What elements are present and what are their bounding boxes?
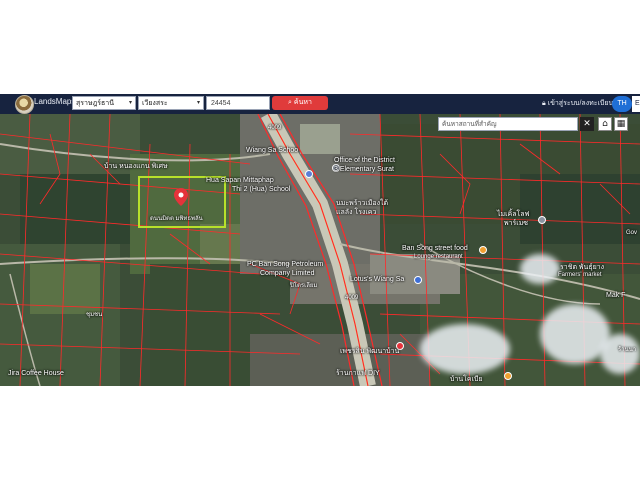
food-poi-icon[interactable] xyxy=(479,246,487,254)
chevron-down-icon: ▾ xyxy=(196,100,200,106)
map-label: Jira Coffee House xyxy=(8,370,64,377)
map-label: Farmers' market xyxy=(558,272,602,278)
app-frame: LandsMaps สุราษฎร์ธานี ▾ เวียงสระ ▾ 24454 … xyxy=(0,94,640,386)
app-name: LandsMaps xyxy=(34,97,76,106)
home-icon[interactable]: ⌂ xyxy=(598,117,612,131)
landsmaps-logo xyxy=(15,95,34,114)
map-label: ปิโตรเลียม xyxy=(290,283,318,289)
road-shield: 4009 xyxy=(345,295,359,301)
lock-icon: 🔒︎ xyxy=(542,100,546,107)
map-label: Lounge restaurant xyxy=(414,254,463,260)
map-label: Hua Sapan Mittaphap xyxy=(206,177,274,184)
cloud xyxy=(520,254,560,284)
map-label: ดนนมิตต มพิทธพลัน xyxy=(150,216,203,222)
map-label: Thi 2 (Hua) School xyxy=(232,186,291,193)
top-toolbar: LandsMaps สุราษฎร์ธานี ▾ เวียงสระ ▾ 24454 … xyxy=(0,94,640,114)
shop-poi-icon[interactable] xyxy=(414,276,422,284)
map-label: เพชรสิน พิฒนาบ้าน xyxy=(340,348,400,355)
province-select[interactable]: สุราษฎร์ธานี ▾ xyxy=(72,96,136,110)
parcel-number-input[interactable]: 24454 xyxy=(206,96,270,110)
road-shield: 4009 xyxy=(268,125,282,131)
lang-th-button[interactable]: TH xyxy=(612,96,632,112)
place-search-input[interactable]: ค้นหาสถานที่สำคัญ xyxy=(438,117,578,131)
lang-en-button[interactable]: E xyxy=(632,96,640,112)
map-label: ร้านนา xyxy=(618,347,637,353)
map-label: Gov xyxy=(626,230,638,236)
cloud xyxy=(600,334,640,374)
map-label: แลลัง โรงเคว xyxy=(336,209,377,216)
satellite-map[interactable]: Wiang Sa Schoo Office of the District 3 … xyxy=(0,114,640,386)
search-icon: ⌕ xyxy=(288,99,292,106)
close-icon[interactable]: ✕ xyxy=(580,117,594,131)
map-label: บ้านโคเบีย xyxy=(450,376,483,383)
district-select[interactable]: เวียงสระ ▾ xyxy=(138,96,204,110)
map-label: พาร์เมซ xyxy=(504,220,529,227)
map-label: Lotus's Wiang Sa xyxy=(350,276,405,283)
search-button[interactable]: ⌕ ค้นหา xyxy=(272,96,328,110)
cloud xyxy=(420,324,510,374)
map-label: ร้านกาแฟ DIY xyxy=(336,370,380,377)
map-label: Office of the District xyxy=(334,157,395,164)
map-label: Wiang Sa Schoo xyxy=(246,147,299,154)
login-link[interactable]: 🔒︎ เข้าสู่ระบบ/ลงทะเบียน xyxy=(542,98,613,109)
map-label: ชุมชน xyxy=(86,312,103,318)
food-poi-icon[interactable] xyxy=(504,372,512,380)
school-poi-icon[interactable] xyxy=(305,170,313,178)
poi-icon[interactable] xyxy=(538,216,546,224)
map-label: 3 Elementary Surat xyxy=(334,166,394,173)
map-label: Company Limited xyxy=(260,270,315,277)
map-label: PC Ban Song Petroleum xyxy=(247,261,324,268)
map-label: บ้าน หนองแกน พิเศษ xyxy=(104,163,168,170)
map-label: Mak F xyxy=(606,292,626,299)
grid-layers-icon[interactable]: ▦ xyxy=(614,117,628,131)
chevron-down-icon: ▾ xyxy=(128,100,132,106)
map-label: Ban Song street food xyxy=(402,245,468,252)
